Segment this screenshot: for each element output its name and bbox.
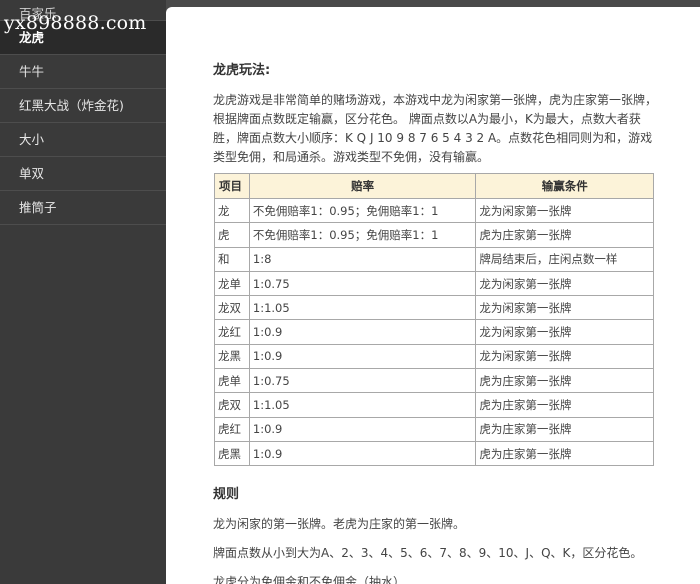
sidebar: 百家乐 龙虎 牛牛 红黑大战（炸金花) 大小 单双 推筒子 <box>0 0 166 584</box>
sidebar-item-tuitongzi[interactable]: 推筒子 <box>0 191 166 225</box>
table-cell-odds: 1:8 <box>248 246 477 272</box>
content-panel: 龙虎玩法: 龙虎游戏是非常简单的赌场游戏，本游戏中龙为闲家第一张牌，虎为庄家第一… <box>166 7 700 584</box>
table-cell-item: 虎单 <box>214 368 250 394</box>
table-cell-condition: 虎为庄家第一张牌 <box>475 392 654 418</box>
table-cell-condition: 虎为庄家第一张牌 <box>475 368 654 394</box>
table-row: 虎红 1:0.9 虎为庄家第一张牌 <box>214 416 654 442</box>
table-row: 龙黑 1:0.9 龙为闲家第一张牌 <box>214 343 654 370</box>
table-cell-condition: 牌局结束后，庄闲点数一样 <box>475 246 654 272</box>
table-cell-item: 虎红 <box>214 416 250 442</box>
watermark: yx898888.com <box>4 12 147 34</box>
page-title: 龙虎玩法: <box>213 63 271 78</box>
table-cell-condition: 龙为闲家第一张牌 <box>475 197 654 224</box>
table-cell-odds: 1:0.9 <box>248 416 477 442</box>
table-cell-condition: 龙为闲家第一张牌 <box>475 343 654 370</box>
table-cell-item: 龙双 <box>214 295 250 321</box>
table-cell-item: 龙红 <box>214 319 250 345</box>
table-row: 虎黑 1:0.9 虎为庄家第一张牌 <box>214 440 654 467</box>
table-row: 虎不免佣赔率1：0.95；免佣赔率1：1 虎为庄家第一张牌 <box>214 222 654 248</box>
table-body: 龙不免佣赔率1：0.95；免佣赔率1：1 龙为闲家第一张牌虎不免佣赔率1：0.95… <box>214 197 654 467</box>
rules-title: 规则 <box>213 487 240 502</box>
sidebar-item-niuniu[interactable]: 牛牛 <box>0 55 166 89</box>
table-row: 龙单 1:0.75 龙为闲家第一张牌 <box>214 270 654 297</box>
table-header-item: 项目 <box>214 173 250 199</box>
table-cell-condition: 龙为闲家第一张牌 <box>475 270 654 297</box>
intro-paragraph: 龙虎游戏是非常简单的赌场游戏，本游戏中龙为闲家第一张牌，虎为庄家第一张牌，根据牌… <box>213 93 658 164</box>
table-row: 虎单 1:0.75 虎为庄家第一张牌 <box>214 368 654 394</box>
table-cell-odds: 1:0.9 <box>248 343 477 370</box>
table-cell-condition: 龙为闲家第一张牌 <box>475 295 654 321</box>
table-cell-item: 虎黑 <box>214 440 250 467</box>
table-cell-odds: 1:0.75 <box>248 368 477 394</box>
table-cell-item: 虎双 <box>214 392 250 418</box>
table-cell-odds: 1:1.05 <box>248 295 477 321</box>
sidebar-item-odd-even[interactable]: 单双 <box>0 157 166 191</box>
table-cell-condition: 虎为庄家第一张牌 <box>475 440 654 467</box>
payout-table: 项目 赔率 输赢条件 龙不免佣赔率1：0.95；免佣赔率1：1 龙为闲家第一张牌虎… <box>214 173 654 467</box>
sidebar-item-red-black-war[interactable]: 红黑大战（炸金花) <box>0 89 166 123</box>
table-cell-condition: 虎为庄家第一张牌 <box>475 222 654 248</box>
sidebar-item-label: 大小 <box>19 132 45 147</box>
table-header-row: 项目 赔率 输赢条件 <box>214 173 654 199</box>
table-row: 龙红 1:0.9 龙为闲家第一张牌 <box>214 319 654 345</box>
table-cell-item: 龙黑 <box>214 343 250 370</box>
app-window: yx898888.com 百家乐 龙虎 牛牛 红黑大战（炸金花) 大小 单双 推… <box>0 0 700 584</box>
table-cell-odds: 不免佣赔率1：0.95；免佣赔率1：1 <box>248 222 477 248</box>
sidebar-item-big-small[interactable]: 大小 <box>0 123 166 157</box>
table-cell-odds: 1:0.75 <box>248 270 477 297</box>
table-row: 龙不免佣赔率1：0.95；免佣赔率1：1 龙为闲家第一张牌 <box>214 197 654 224</box>
table-cell-item: 和 <box>214 246 250 272</box>
table-row: 和 1:8 牌局结束后，庄闲点数一样 <box>214 246 654 272</box>
rule-line: 龙虎分为免佣金和不免佣金（抽水） <box>213 575 406 584</box>
table-cell-item: 龙 <box>214 197 250 224</box>
table-cell-item: 虎 <box>214 222 250 248</box>
table-cell-item: 龙单 <box>214 270 250 297</box>
rule-line: 龙为闲家的第一张牌。老虎为庄家的第一张牌。 <box>213 517 466 531</box>
sidebar-item-label: 推筒子 <box>19 200 57 215</box>
table-cell-condition: 龙为闲家第一张牌 <box>475 319 654 345</box>
sidebar-item-label: 红黑大战（炸金花) <box>19 98 124 113</box>
table-header-odds: 赔率 <box>248 173 477 199</box>
table-cell-odds: 不免佣赔率1：0.95；免佣赔率1：1 <box>248 197 477 224</box>
table-row: 龙双 1:1.05 龙为闲家第一张牌 <box>214 295 654 321</box>
sidebar-item-label: 牛牛 <box>19 64 45 79</box>
table-cell-odds: 1:1.05 <box>248 392 477 418</box>
table-cell-condition: 虎为庄家第一张牌 <box>475 416 654 442</box>
table-row: 虎双 1:1.05 虎为庄家第一张牌 <box>214 392 654 418</box>
table-header-condition: 输赢条件 <box>475 173 654 199</box>
rule-line: 牌面点数从小到大为A、2、3、4、5、6、7、8、9、10、J、Q、K，区分花色… <box>213 546 643 560</box>
table-cell-odds: 1:0.9 <box>248 440 477 467</box>
sidebar-item-label: 单双 <box>19 166 45 181</box>
table-cell-odds: 1:0.9 <box>248 319 477 345</box>
